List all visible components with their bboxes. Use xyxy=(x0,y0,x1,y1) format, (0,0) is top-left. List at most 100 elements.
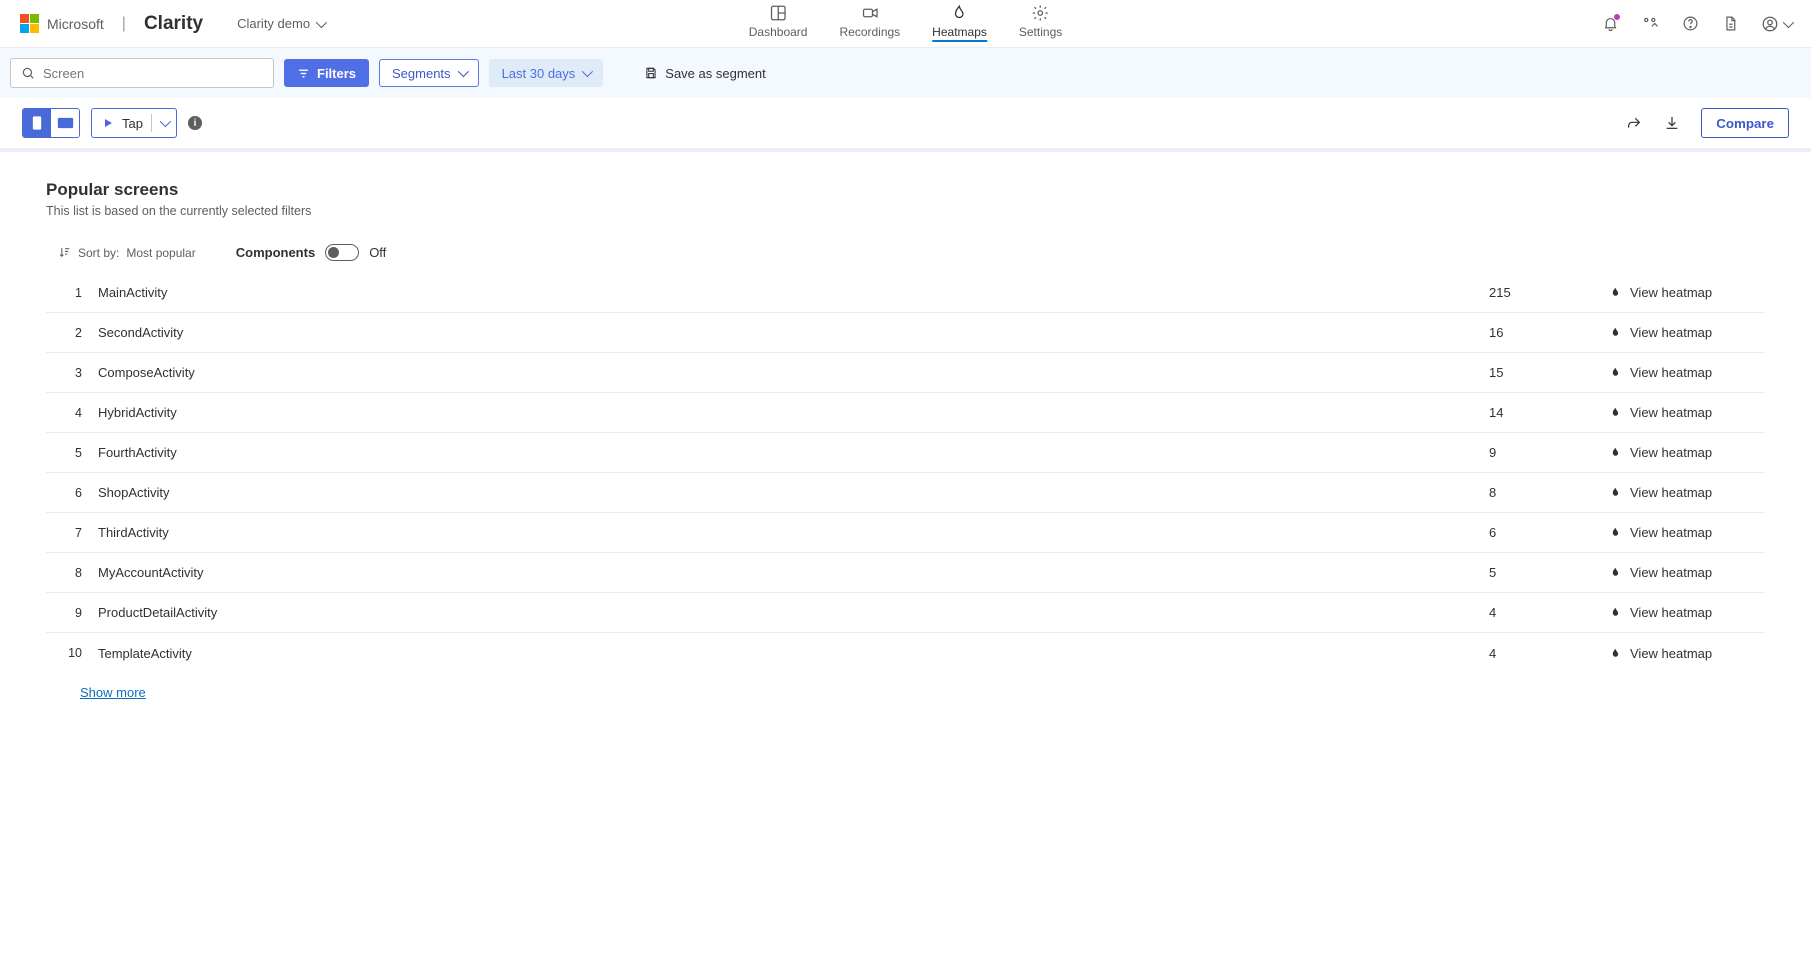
nav-recordings-label: Recordings xyxy=(839,25,900,39)
view-heatmap-label: View heatmap xyxy=(1630,405,1712,420)
document-button[interactable] xyxy=(1721,15,1739,33)
table-row: 8MyAccountActivity5View heatmap xyxy=(46,553,1765,593)
filter-icon xyxy=(297,67,310,80)
compare-button[interactable]: Compare xyxy=(1701,108,1789,138)
row-index: 3 xyxy=(52,366,82,380)
heatmap-type-dropdown[interactable]: Tap xyxy=(91,108,177,138)
view-heatmap-button[interactable]: View heatmap xyxy=(1559,365,1759,380)
topbar: Microsoft | Clarity Clarity demo Dashboa… xyxy=(0,0,1811,48)
project-dropdown[interactable]: Clarity demo xyxy=(237,16,324,31)
view-heatmap-button[interactable]: View heatmap xyxy=(1559,325,1759,340)
components-toggle[interactable] xyxy=(325,244,359,261)
viewmode-group xyxy=(22,108,80,138)
view-heatmap-button[interactable]: View heatmap xyxy=(1559,525,1759,540)
video-icon xyxy=(861,4,879,22)
filterbar: Filters Segments Last 30 days Save as se… xyxy=(0,48,1811,98)
row-name: MainActivity xyxy=(82,285,1489,300)
microsoft-logo-icon xyxy=(20,14,39,33)
view-heatmap-label: View heatmap xyxy=(1630,285,1712,300)
table-row: 10TemplateActivity4View heatmap xyxy=(46,633,1765,673)
brand-separator: | xyxy=(122,15,126,33)
row-count: 16 xyxy=(1489,325,1559,340)
sort-prefix: Sort by: xyxy=(78,246,119,260)
table-row: 5FourthActivity9View heatmap xyxy=(46,433,1765,473)
chevron-down-icon xyxy=(582,66,593,77)
info-button[interactable]: i xyxy=(188,116,202,130)
segments-dropdown[interactable]: Segments xyxy=(379,59,479,87)
nav-heatmaps[interactable]: Heatmaps xyxy=(930,0,989,48)
page-title: Popular screens xyxy=(46,180,1765,200)
filters-button[interactable]: Filters xyxy=(284,59,369,87)
flame-icon xyxy=(1609,286,1622,299)
apps-icon xyxy=(1642,15,1659,32)
search-input[interactable] xyxy=(43,66,263,81)
chevron-down-icon xyxy=(1783,16,1794,27)
brand: Microsoft | Clarity xyxy=(20,13,203,35)
view-heatmap-label: View heatmap xyxy=(1630,485,1712,500)
daterange-dropdown[interactable]: Last 30 days xyxy=(489,59,604,87)
row-index: 7 xyxy=(52,526,82,540)
row-index: 6 xyxy=(52,486,82,500)
view-heatmap-button[interactable]: View heatmap xyxy=(1559,605,1759,620)
download-icon xyxy=(1664,115,1680,131)
save-segment-button[interactable]: Save as segment xyxy=(631,59,778,87)
view-heatmap-label: View heatmap xyxy=(1630,365,1712,380)
row-count: 14 xyxy=(1489,405,1559,420)
row-name: SecondActivity xyxy=(82,325,1489,340)
gear-icon xyxy=(1032,4,1050,22)
viewmode-portrait-button[interactable] xyxy=(23,109,51,137)
account-dropdown[interactable] xyxy=(1761,15,1791,33)
view-heatmap-button[interactable]: View heatmap xyxy=(1559,646,1759,661)
table-row: 3ComposeActivity15View heatmap xyxy=(46,353,1765,393)
sort-dropdown[interactable]: Sort by: Most popular xyxy=(58,246,196,260)
download-button[interactable] xyxy=(1663,114,1681,132)
flame-icon xyxy=(1609,366,1622,379)
view-heatmap-button[interactable]: View heatmap xyxy=(1559,405,1759,420)
flame-icon xyxy=(951,4,969,22)
view-heatmap-button[interactable]: View heatmap xyxy=(1559,485,1759,500)
viewmode-landscape-button[interactable] xyxy=(51,109,79,137)
save-icon xyxy=(644,66,658,80)
table-row: 6ShopActivity8View heatmap xyxy=(46,473,1765,513)
components-state: Off xyxy=(369,245,386,260)
heatmap-type-label: Tap xyxy=(122,116,143,131)
view-heatmap-button[interactable]: View heatmap xyxy=(1559,445,1759,460)
search-icon xyxy=(21,66,35,80)
row-name: ComposeActivity xyxy=(82,365,1489,380)
table-row: 1MainActivity215View heatmap xyxy=(46,273,1765,313)
notification-dot-icon xyxy=(1614,14,1620,20)
row-name: MyAccountActivity xyxy=(82,565,1489,580)
chevron-down-icon xyxy=(160,116,171,127)
view-heatmap-button[interactable]: View heatmap xyxy=(1559,565,1759,580)
notifications-button[interactable] xyxy=(1601,15,1619,33)
table-row: 2SecondActivity16View heatmap xyxy=(46,313,1765,353)
content: Popular screens This list is based on th… xyxy=(0,152,1811,740)
nav-settings[interactable]: Settings xyxy=(1017,0,1064,48)
view-heatmap-label: View heatmap xyxy=(1630,525,1712,540)
row-count: 215 xyxy=(1489,285,1559,300)
help-button[interactable] xyxy=(1681,15,1699,33)
sort-value: Most popular xyxy=(126,246,195,260)
portrait-icon xyxy=(32,115,42,131)
apps-button[interactable] xyxy=(1641,15,1659,33)
nav-dashboard[interactable]: Dashboard xyxy=(747,0,810,48)
flame-icon xyxy=(1609,606,1622,619)
row-index: 10 xyxy=(52,646,82,660)
share-button[interactable] xyxy=(1625,114,1643,132)
search-box[interactable] xyxy=(10,58,274,88)
nav-dashboard-label: Dashboard xyxy=(749,25,808,39)
row-index: 9 xyxy=(52,606,82,620)
table-row: 9ProductDetailActivity4View heatmap xyxy=(46,593,1765,633)
daterange-label: Last 30 days xyxy=(502,66,576,81)
row-index: 5 xyxy=(52,446,82,460)
chevron-down-icon xyxy=(316,16,327,27)
view-heatmap-button[interactable]: View heatmap xyxy=(1559,285,1759,300)
row-count: 6 xyxy=(1489,525,1559,540)
toggle-knob xyxy=(328,247,339,258)
share-icon xyxy=(1626,115,1642,131)
flame-icon xyxy=(1609,486,1622,499)
save-segment-label: Save as segment xyxy=(665,66,765,81)
nav-recordings[interactable]: Recordings xyxy=(837,0,902,48)
show-more-link[interactable]: Show more xyxy=(80,685,1765,700)
brand-text: Microsoft xyxy=(47,16,104,32)
